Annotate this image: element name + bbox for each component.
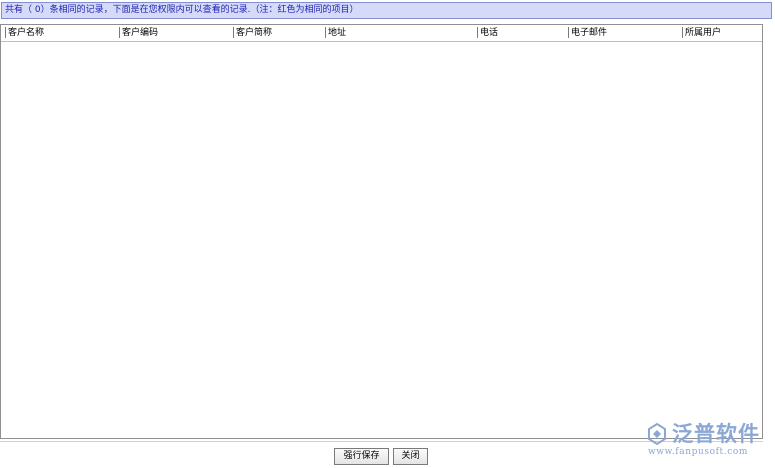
- grid-body: [1, 42, 762, 438]
- brand-logo-icon: [648, 422, 666, 446]
- grid-header: 客户名称 客户编码 客户简称 地址 电话 电子邮件 所属用户: [1, 25, 762, 42]
- brand-title: 泛普软件: [672, 422, 760, 446]
- column-header-customer-name[interactable]: 客户名称: [5, 25, 44, 41]
- duplicate-records-grid: 客户名称 客户编码 客户简称 地址 电话 电子邮件 所属用户: [0, 24, 763, 439]
- column-header-owner-user[interactable]: 所属用户: [682, 25, 721, 41]
- force-save-button[interactable]: 强行保存: [334, 448, 389, 465]
- column-header-email[interactable]: 电子邮件: [568, 25, 607, 41]
- brand-watermark: 泛普软件 www.fanpusoft.com: [645, 420, 770, 465]
- column-header-phone[interactable]: 电话: [477, 25, 498, 41]
- close-button[interactable]: 关闭: [393, 448, 428, 465]
- brand-url: www.fanpusoft.com: [648, 447, 748, 457]
- column-header-customer-short-name[interactable]: 客户简称: [233, 25, 272, 41]
- column-header-customer-code[interactable]: 客户编码: [119, 25, 158, 41]
- record-count-notice: 共有（ 0）条相同的记录，下面是在您权限内可以查看的记录.（注：红色为相同的项目…: [1, 2, 772, 19]
- column-header-address[interactable]: 地址: [325, 25, 346, 41]
